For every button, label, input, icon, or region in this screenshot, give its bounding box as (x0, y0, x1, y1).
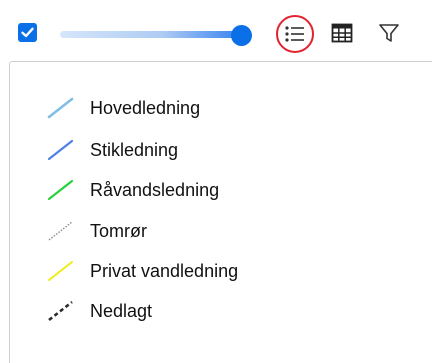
layer-widget: Hovedledning Stikledning Råvandsledning … (0, 0, 432, 363)
legend-item: Nedlagt (46, 299, 152, 323)
line-symbol-icon (48, 300, 73, 322)
filter-icon (379, 24, 399, 42)
line-symbol-icon (47, 139, 74, 161)
legend-button[interactable] (276, 15, 314, 53)
list-icon (285, 26, 304, 42)
filter-button[interactable] (374, 18, 404, 48)
legend-item-label: Tomrør (90, 220, 147, 241)
legend-item-label: Råvandsledning (90, 179, 220, 200)
opacity-slider-track[interactable] (60, 31, 246, 38)
legend-item: Hovedledning (46, 96, 200, 120)
line-symbol-icon (47, 97, 74, 119)
legend-item-label: Hovedledning (90, 97, 201, 118)
checkmark-icon (21, 27, 34, 38)
legend-item-label: Stikledning (90, 139, 179, 160)
legend-item: Råvandsledning (46, 178, 219, 202)
legend-item: Stikledning (46, 138, 178, 162)
legend-item-label: Privat vandledning (90, 260, 239, 281)
attribute-table-button[interactable] (327, 18, 357, 48)
legend-item: Tomrør (46, 219, 147, 243)
line-symbol-icon (47, 179, 74, 201)
line-symbol-icon (48, 221, 73, 241)
legend-item-label: Nedlagt (90, 300, 153, 321)
opacity-slider-thumb[interactable] (231, 25, 252, 46)
table-icon (331, 23, 353, 43)
legend-item: Privat vandledning (46, 259, 238, 283)
layer-visibility-checkbox[interactable] (18, 23, 37, 42)
line-symbol-icon (48, 261, 73, 281)
